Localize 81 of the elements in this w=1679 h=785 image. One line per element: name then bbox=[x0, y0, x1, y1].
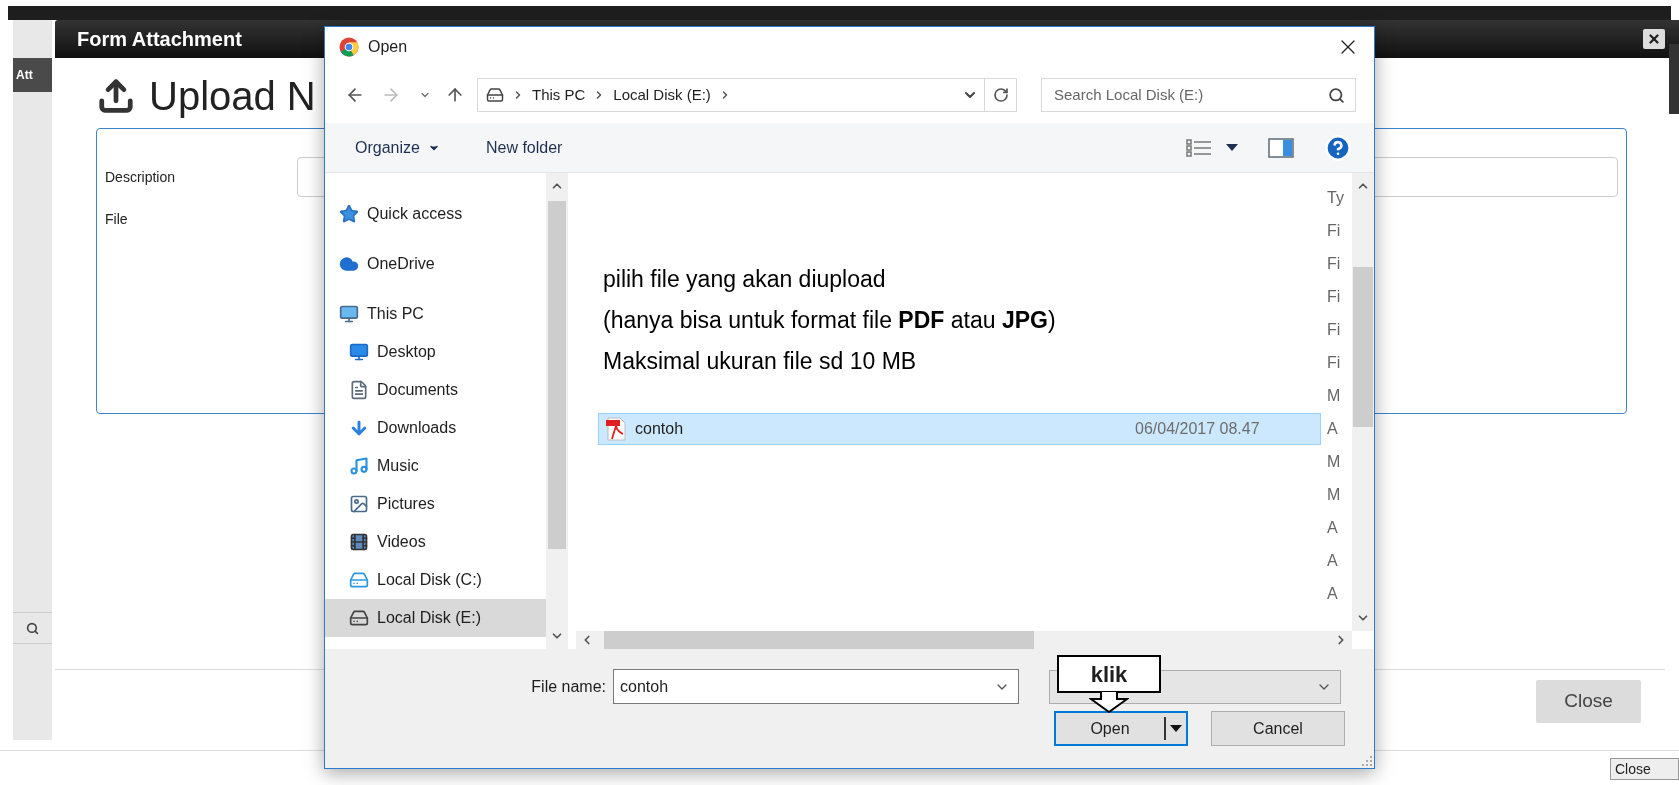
drive-icon bbox=[349, 570, 369, 590]
scrollbar bbox=[1669, 44, 1679, 114]
cloud-icon bbox=[339, 254, 359, 274]
nav-item[interactable]: Pictures bbox=[325, 485, 546, 523]
document-icon bbox=[349, 380, 369, 400]
file-row[interactable]: contoh 06/04/2017 08.47 bbox=[598, 412, 1321, 445]
file-type: A bbox=[1327, 517, 1339, 538]
scrollbar-thumb[interactable] bbox=[1353, 267, 1373, 427]
drive-icon bbox=[349, 608, 369, 628]
pdf-file-icon bbox=[605, 416, 627, 441]
field-label: File name: bbox=[530, 676, 607, 697]
nav-item[interactable]: Downloads bbox=[325, 409, 546, 447]
caret-icon bbox=[1226, 143, 1238, 152]
picture-icon bbox=[349, 494, 369, 514]
breadcrumb[interactable]: Local Disk (E:) bbox=[613, 83, 711, 107]
list-view-icon bbox=[1186, 138, 1212, 157]
search-button[interactable] bbox=[13, 612, 52, 644]
instruction-text: Maksimal ukuran file sd 10 MB bbox=[603, 347, 917, 376]
close-button[interactable] bbox=[1643, 29, 1665, 49]
preview-pane-icon[interactable] bbox=[1268, 137, 1294, 158]
nav-item[interactable]: This PC bbox=[325, 295, 546, 333]
nav-item[interactable]: Quick access bbox=[325, 195, 546, 233]
open-button[interactable]: Open bbox=[1054, 711, 1188, 746]
file-type: Fi bbox=[1327, 319, 1342, 340]
cancel-button[interactable]: Cancel bbox=[1211, 711, 1345, 746]
star-icon bbox=[339, 204, 359, 224]
page-heading: Upload N bbox=[149, 73, 316, 120]
callout-tooltip: klik bbox=[1057, 655, 1161, 693]
file-date: 06/04/2017 08.47 bbox=[1135, 418, 1260, 439]
modal-title: Form Attachment bbox=[77, 27, 242, 52]
nav-item[interactable]: OneDrive bbox=[325, 245, 546, 283]
film-icon bbox=[349, 532, 369, 552]
file-type: M bbox=[1327, 385, 1342, 406]
file-name: contoh bbox=[635, 418, 685, 439]
tooltip-arrow-icon bbox=[1089, 691, 1129, 713]
nav-item[interactable]: Local Disk (E:) bbox=[325, 599, 546, 637]
file-type: Fi bbox=[1327, 352, 1342, 373]
organize-button[interactable]: Organize bbox=[355, 135, 440, 160]
refresh-button[interactable] bbox=[985, 78, 1017, 112]
nav-item[interactable]: Videos bbox=[325, 523, 546, 561]
file-type: M bbox=[1327, 484, 1342, 505]
nav-item[interactable]: Desktop bbox=[325, 333, 546, 371]
instruction-text: pilih file yang akan diupload bbox=[603, 265, 886, 294]
address-bar[interactable]: This PC Local Disk (E:) bbox=[477, 78, 985, 112]
file-type: Fi bbox=[1327, 286, 1342, 307]
download-icon bbox=[349, 418, 369, 438]
scrollbar-thumb[interactable] bbox=[604, 631, 1034, 649]
nav-item[interactable]: Local Disk (C:) bbox=[325, 561, 546, 599]
side-tab[interactable]: Att bbox=[13, 58, 52, 92]
nav-item[interactable]: Documents bbox=[325, 371, 546, 409]
field-label: File bbox=[104, 209, 129, 229]
refresh-icon bbox=[992, 87, 1009, 103]
dialog-title: Open bbox=[368, 37, 408, 57]
search-field[interactable]: Search Local Disk (E:) bbox=[1041, 78, 1356, 112]
view-options-button[interactable] bbox=[1186, 138, 1238, 157]
new-folder-button[interactable]: New folder bbox=[485, 135, 563, 160]
monitor-icon bbox=[339, 304, 359, 324]
close-button[interactable]: Close bbox=[1610, 758, 1679, 780]
instruction-text: (hanya bisa untuk format file PDF atau JPG) bbox=[603, 306, 1056, 335]
file-type: A bbox=[1327, 418, 1339, 439]
file-type: M bbox=[1327, 451, 1342, 472]
file-type: Fi bbox=[1327, 253, 1342, 274]
search-icon bbox=[1328, 86, 1345, 104]
file-type: Fi bbox=[1327, 220, 1342, 241]
file-type: A bbox=[1327, 583, 1339, 604]
file-type: A bbox=[1327, 550, 1339, 571]
close-button[interactable]: Close bbox=[1536, 680, 1641, 723]
field-label: Description bbox=[104, 167, 177, 187]
drive-icon bbox=[486, 86, 504, 104]
column-header[interactable]: Ty bbox=[1327, 185, 1352, 210]
close-icon bbox=[1647, 32, 1661, 46]
search-icon bbox=[26, 621, 39, 635]
monitor-icon bbox=[349, 342, 369, 362]
music-note-icon bbox=[349, 456, 369, 476]
scrollbar-thumb[interactable] bbox=[548, 201, 566, 549]
nav-item[interactable]: Music bbox=[325, 447, 546, 485]
breadcrumb[interactable]: This PC bbox=[532, 83, 586, 107]
browser-logo-icon bbox=[339, 37, 359, 57]
file-name-field[interactable]: contoh bbox=[613, 669, 1019, 704]
help-icon[interactable] bbox=[1324, 133, 1352, 162]
resize-grip-icon bbox=[1362, 756, 1372, 766]
